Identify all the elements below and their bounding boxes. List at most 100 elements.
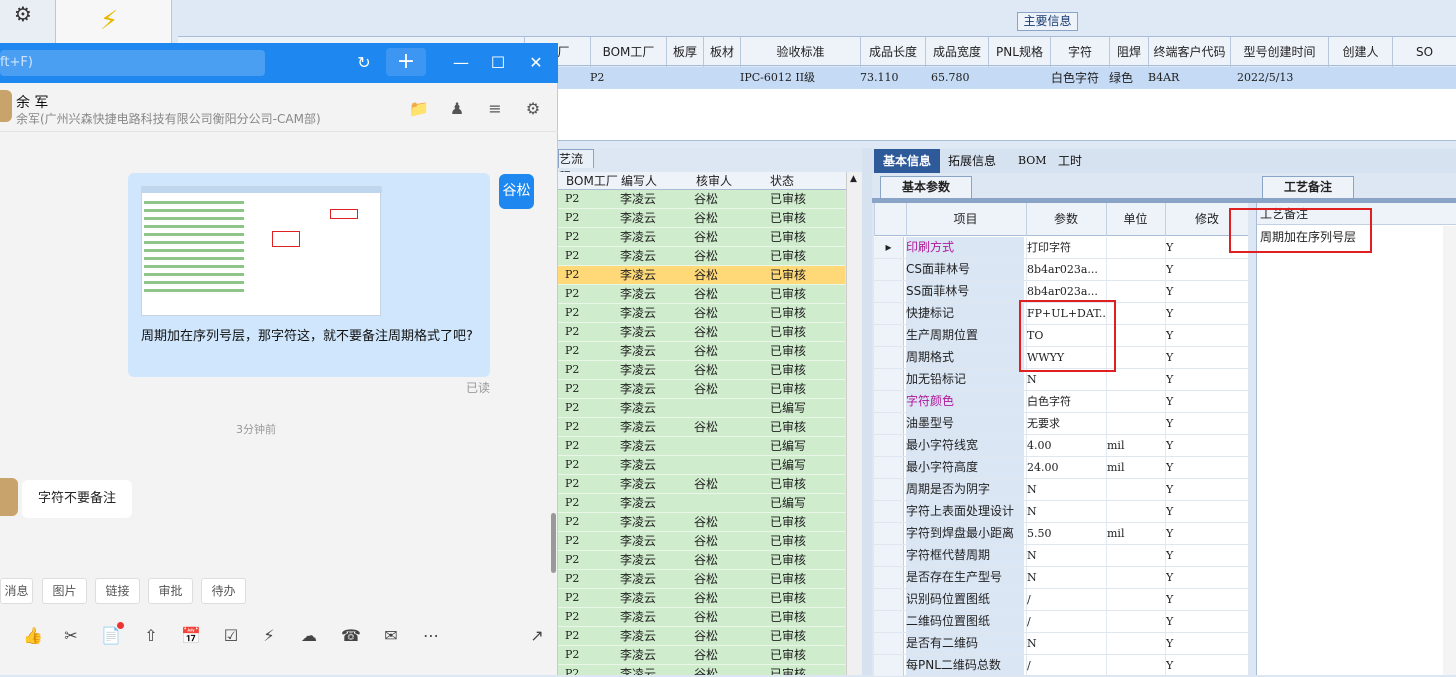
settings-icon[interactable]: ⚙ [522, 98, 544, 120]
process-row[interactable]: P2 李凌云 谷松 已审核 [558, 323, 845, 342]
process-row[interactable]: P2 李凌云 谷松 已审核 [558, 646, 845, 665]
param-row[interactable]: 最小字符高度 24.00 mil Y [874, 457, 1248, 479]
process-row[interactable]: P2 李凌云 已编写 [558, 456, 845, 475]
param-row[interactable]: 每PNL二维码总数 / Y [874, 655, 1248, 677]
param-row[interactable]: 是否有二维码 N Y [874, 633, 1248, 655]
craft-scrollbar[interactable] [1443, 226, 1456, 675]
process-row[interactable]: P2 李凌云 谷松 已审核 [558, 570, 845, 589]
process-row[interactable]: P2 李凌云 已编写 [558, 437, 845, 456]
contact-avatar-small[interactable] [0, 478, 18, 516]
param-row[interactable]: ▸ 印刷方式 打印字符 Y [874, 237, 1248, 259]
process-row[interactable]: P2 李凌云 谷松 已审核 [558, 285, 845, 304]
upload-icon[interactable]: ⇧ [140, 625, 162, 647]
process-tab[interactable]: 艺流程 [558, 149, 594, 184]
process-row[interactable]: P2 李凌云 谷松 已审核 [558, 665, 845, 675]
screenshot-thumbnail[interactable] [141, 186, 382, 316]
top-col-8[interactable]: 字符 [1050, 37, 1109, 67]
process-row[interactable]: P2 李凌云 谷松 已审核 [558, 608, 845, 627]
process-row[interactable]: P2 李凌云 谷松 已审核 [558, 551, 845, 570]
param-row[interactable]: 字符颜色 白色字符 Y [874, 391, 1248, 413]
more-icon[interactable]: ⋯ [420, 625, 442, 647]
param-row[interactable]: 油墨型号 无要求 Y [874, 413, 1248, 435]
reply-bubble[interactable]: 字符不要备注 [22, 480, 132, 518]
folder-icon[interactable]: 📁 [408, 98, 430, 120]
param-param[interactable]: 8b4ar023a... [1026, 259, 1105, 280]
process-row[interactable]: P2 李凌云 谷松 已审核 [558, 513, 845, 532]
add-button[interactable]: + [386, 48, 426, 76]
lightning-app-tile[interactable]: ⚡ [56, 0, 172, 44]
minimize-icon[interactable]: — [449, 53, 473, 73]
top-col-12[interactable]: 创建人 [1328, 37, 1392, 67]
process-scrollbar[interactable]: ▲ [846, 172, 862, 675]
top-col-5[interactable]: 成品长度 [860, 37, 925, 67]
param-param[interactable]: 24.00 [1026, 457, 1105, 478]
quick-tag-link[interactable]: 链接 [95, 578, 140, 604]
checkbox-icon[interactable]: ☑ [220, 625, 242, 647]
param-param[interactable]: 打印字符 [1026, 237, 1105, 258]
tab-hours[interactable]: 工时 [1058, 149, 1082, 173]
quick-tag-approval[interactable]: 审批 [148, 578, 193, 604]
param-param[interactable]: 无要求 [1026, 413, 1105, 434]
expand-icon[interactable]: ↗ [526, 625, 548, 647]
param-row[interactable]: CS面菲林号 8b4ar023a... Y [874, 259, 1248, 281]
param-row[interactable]: 字符到焊盘最小距离 5.50 mil Y [874, 523, 1248, 545]
process-row[interactable]: P2 李凌云 谷松 已审核 [558, 209, 845, 228]
param-param[interactable]: N [1026, 479, 1105, 500]
param-row[interactable]: 识别码位置图纸 / Y [874, 589, 1248, 611]
param-param[interactable]: N [1026, 369, 1105, 390]
param-param[interactable]: 8b4ar023a... [1026, 281, 1105, 302]
history-icon[interactable]: ↻ [352, 53, 376, 73]
param-param[interactable]: 5.50 [1026, 523, 1105, 544]
scroll-up-icon[interactable]: ▲ [850, 174, 857, 184]
param-row[interactable]: 字符框代替周期 N Y [874, 545, 1248, 567]
my-avatar[interactable]: 谷松 [499, 174, 534, 209]
process-row[interactable]: P2 李凌云 已编写 [558, 399, 845, 418]
cloud-icon[interactable]: ☁ [298, 625, 320, 647]
param-row[interactable]: 字符上表面处理设计 N Y [874, 501, 1248, 523]
param-row[interactable]: 二维码位置图纸 / Y [874, 611, 1248, 633]
param-param[interactable]: / [1026, 611, 1105, 632]
tab-basic[interactable]: 基本信息 [874, 149, 940, 173]
quick-tag-image[interactable]: 图片 [42, 578, 87, 604]
param-row[interactable]: 最小字符线宽 4.00 mil Y [874, 435, 1248, 457]
phone-icon[interactable]: ☎ [340, 625, 362, 647]
process-row[interactable]: P2 李凌云 谷松 已审核 [558, 228, 845, 247]
tab-bom[interactable]: BOM [1018, 149, 1047, 173]
calendar-icon[interactable]: 📅 [180, 625, 202, 647]
top-col-1[interactable]: BOM工厂 [590, 37, 666, 67]
process-row[interactable]: P2 李凌云 谷松 已审核 [558, 589, 845, 608]
process-row[interactable]: P2 李凌云 谷松 已审核 [558, 361, 845, 380]
param-param[interactable]: N [1026, 633, 1105, 654]
top-col-2[interactable]: 板厚 [666, 37, 703, 67]
param-param[interactable]: N [1026, 545, 1105, 566]
top-col-13[interactable]: SO [1392, 37, 1456, 67]
quick-tag-message[interactable]: 消息 [0, 578, 33, 604]
param-row[interactable]: 加无铅标记 N Y [874, 369, 1248, 391]
process-row[interactable]: P2 李凌云 谷松 已审核 [558, 342, 845, 361]
search-history-icon[interactable]: ≡ [484, 98, 506, 120]
top-col-4[interactable]: 验收标准 [740, 37, 860, 67]
top-col-6[interactable]: 成品宽度 [925, 37, 988, 67]
quick-tag-todo[interactable]: 待办 [201, 578, 246, 604]
process-row[interactable]: P2 李凌云 谷松 已审核 [558, 418, 845, 437]
main-info-tab[interactable]: 主要信息 [1017, 12, 1078, 31]
process-row[interactable]: P2 李凌云 谷松 已审核 [558, 247, 845, 266]
tab-extended[interactable]: 拓展信息 [948, 149, 996, 173]
param-row[interactable]: 是否存在生产型号 N Y [874, 567, 1248, 589]
my-message-text[interactable]: 周期加在序列号层，那字符这，就不要备注周期格式了吧? [141, 326, 481, 347]
process-row[interactable]: P2 李凌云 谷松 已审核 [558, 266, 845, 285]
process-row[interactable]: P2 李凌云 已编写 [558, 494, 845, 513]
add-member-icon[interactable]: ♟ [446, 98, 468, 120]
process-row[interactable]: P2 李凌云 谷松 已审核 [558, 190, 845, 209]
contact-avatar[interactable] [0, 90, 12, 122]
splitter[interactable] [862, 148, 872, 675]
scissors-icon[interactable]: ✂ [60, 625, 82, 647]
chat-scrollbar[interactable] [551, 513, 556, 573]
param-param[interactable]: 白色字符 [1026, 391, 1105, 412]
mail-icon[interactable]: ✉ [380, 625, 402, 647]
close-icon[interactable]: ✕ [524, 53, 548, 73]
maximize-icon[interactable]: ☐ [486, 53, 510, 73]
search-input[interactable]: ft+F) [0, 50, 265, 76]
param-param[interactable]: N [1026, 567, 1105, 588]
robot-app-tile[interactable]: ⚙ [0, 0, 56, 44]
